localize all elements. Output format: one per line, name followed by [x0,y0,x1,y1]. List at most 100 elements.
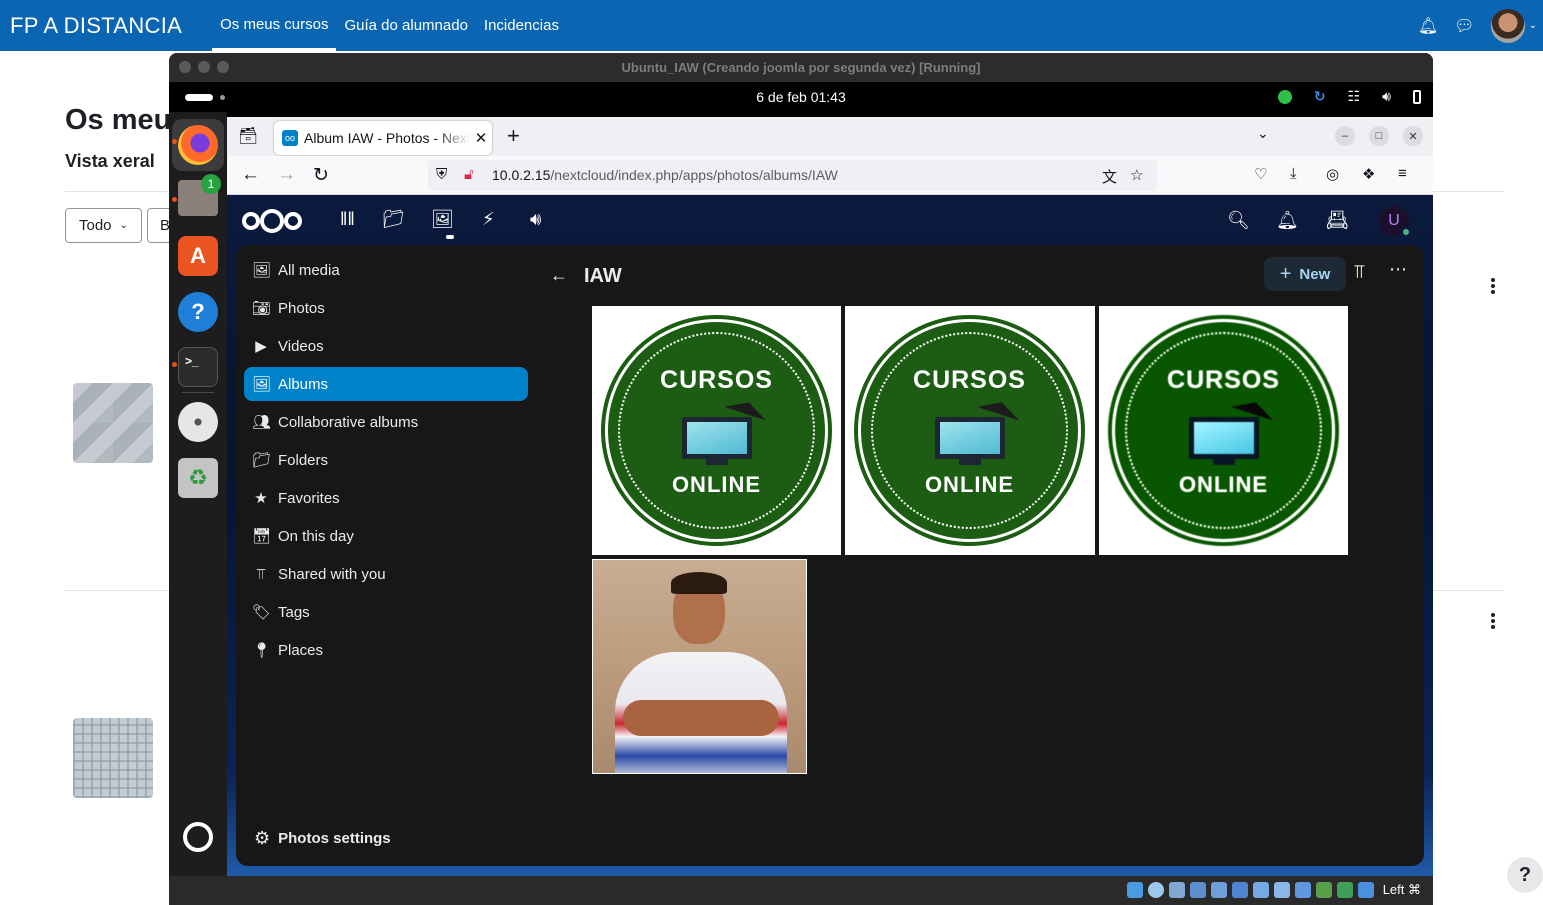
extensions-icon[interactable]: ❖ [1362,165,1375,183]
camera-icon: 📷︎ [252,300,272,317]
disc-icon[interactable] [178,402,218,442]
new-tab-icon[interactable]: + [507,123,520,149]
network-icon[interactable] [1189,882,1206,898]
firefox-icon[interactable] [178,125,218,165]
url-text[interactable]: 10.0.2.15/nextcloud/index.php/apps/photo… [492,167,838,183]
video-capture-icon[interactable] [1294,882,1311,898]
vbox-titlebar[interactable]: Ubuntu_IAW (Creando joomla por segunda v… [169,53,1433,82]
contacts-icon[interactable]: 📇︎ [1326,210,1349,231]
course-menu-kebab-icon[interactable] [1484,277,1502,295]
tab-overview-icon[interactable]: 🗃︎ [238,126,258,146]
url-bar[interactable]: ⛨ 🔓︎ 10.0.2.15/nextcloud/index.php/apps/… [428,160,1157,191]
photos-settings-button[interactable]: ⚙ Photos settings [254,828,391,849]
nav-student-guide[interactable]: Guía do alumnado [336,0,475,51]
photo-tile[interactable]: CURSOS ONLINE [1099,306,1348,555]
minimize-button[interactable]: – [1335,126,1355,146]
maximize-window-button[interactable] [217,61,229,73]
photo-tile[interactable] [592,559,807,774]
refresh-icon[interactable]: ↻ [1314,88,1326,105]
terminal-icon[interactable]: >_ [178,347,218,387]
optical-drive-icon[interactable] [1147,882,1164,898]
nav-albums[interactable]: 🖼︎ Albums [244,367,528,401]
back-arrow-icon[interactable]: ← [241,164,260,186]
display-icon[interactable] [1252,882,1269,898]
usb-icon[interactable] [1210,882,1227,898]
back-arrow-icon[interactable]: ← [550,265,568,286]
nav-places[interactable]: 📍︎ Places [244,633,528,667]
course-thumbnail[interactable] [73,718,153,798]
audio-icon[interactable]: 🔊︎ [530,209,541,230]
restore-button[interactable]: □ [1369,126,1389,146]
nav-photos[interactable]: 📷︎ Photos [244,291,528,325]
nav-folders[interactable]: 📁︎ Folders [244,443,528,477]
downloads-icon[interactable]: ⤓ [1290,165,1297,182]
shield-icon[interactable]: ⛨ [436,166,447,183]
host-key-label[interactable]: Left ⌘ [1383,882,1421,898]
course-thumbnail[interactable] [73,383,153,463]
system-tray[interactable]: ↻ ☷ 🔊︎ [1277,88,1421,105]
check-status-icon[interactable] [1277,89,1292,104]
nextcloud-logo[interactable] [242,209,302,233]
pocket-icon[interactable]: ♡ [1254,165,1267,183]
minimize-window-button[interactable] [198,61,210,73]
album-icon: 🖼︎ [252,376,272,393]
close-button[interactable]: ✕ [1403,126,1423,146]
files-icon[interactable]: 📁︎ [382,209,405,230]
nav-shared-with-you[interactable]: ⫪ Shared with you [244,557,528,591]
help-app-icon[interactable]: ? [178,292,218,332]
close-tab-icon[interactable]: ✕ [470,129,492,147]
nav-incidents[interactable]: Incidencias [476,0,567,51]
app-center-icon[interactable]: A [178,236,218,276]
user-avatar[interactable] [1490,8,1525,43]
chevron-down-icon[interactable]: ⌄ [1529,20,1537,31]
photo-tile[interactable]: CURSOS ONLINE [592,306,841,555]
nav-my-courses[interactable]: Os meus cursos [212,0,337,51]
list-tabs-chevron-icon[interactable]: ⌄ [1257,125,1269,142]
volume-icon[interactable]: 🔊︎ [1382,88,1391,105]
nav-all-media[interactable]: 🖼︎ All media [244,253,528,287]
translate-icon[interactable]: 文 [1102,166,1117,187]
tab-album-iaw[interactable]: oo Album IAW - Photos - Nextcloud ✕ [274,121,492,155]
shared-folders-icon[interactable] [1231,882,1248,898]
photo-tile[interactable]: CURSOS ONLINE [845,306,1095,555]
site-brand[interactable]: FP A DISTANCIA [10,13,182,39]
dashboard-icon[interactable]: ‖‖ [340,209,355,230]
mouse-integration-icon[interactable] [1357,882,1374,898]
nav-tags[interactable]: 🏷︎ Tags [244,595,528,629]
vt-icon[interactable] [1336,882,1353,898]
nav-on-this-day[interactable]: 📅︎ On this day [244,519,528,553]
network-icon[interactable]: ☷ [1348,88,1361,105]
cpu-icon[interactable] [1315,882,1332,898]
course-menu-kebab-icon[interactable] [1484,612,1502,630]
vbox-title: Ubuntu_IAW (Creando joomla por segunda v… [621,60,981,75]
hard-disk-icon[interactable] [1126,882,1143,898]
messages-icon[interactable]: 💬︎ [1454,16,1474,36]
close-window-button[interactable] [179,61,191,73]
nav-collaborative-albums[interactable]: 👥︎ Collaborative albums [244,405,528,439]
activity-icon[interactable]: ⚡︎ [482,209,495,230]
clock[interactable]: 6 de feb 01:43 [169,89,1433,105]
forward-arrow-icon[interactable]: → [277,164,296,186]
battery-icon[interactable] [1413,89,1421,104]
trash-icon[interactable]: ♻ [178,458,218,498]
nextcloud-app: ‖‖ 📁︎ 🖼︎ ⚡︎ 🔊︎ 🔍︎ 🔔︎ 📇︎ U 🖼︎ All media 📷︎… [227,195,1433,876]
menu-hamburger-icon[interactable]: ≡ [1398,165,1407,182]
nav-videos[interactable]: ▶ Videos [244,329,528,363]
bookmark-star-icon[interactable]: ☆ [1130,166,1143,184]
show-apps-icon[interactable] [183,822,213,852]
nav-favorites[interactable]: ★ Favorites [244,481,528,515]
account-icon[interactable]: ◎ [1326,165,1339,183]
notification-bell-icon[interactable]: 🔔︎ [1418,16,1438,36]
new-button[interactable]: + New [1264,257,1346,291]
notifications-icon[interactable]: 🔔︎ [1276,210,1299,231]
more-options-icon[interactable]: ⋯ [1389,259,1408,280]
share-icon[interactable]: ⫪ [1354,262,1365,284]
insecure-lock-icon[interactable]: 🔓︎ [464,166,474,183]
search-icon[interactable]: 🔍︎ [1227,210,1250,231]
photos-app-icon[interactable]: 🖼︎ [431,209,454,230]
help-button[interactable]: ? [1507,857,1543,893]
reload-icon[interactable]: ↻ [313,164,329,187]
recording-icon[interactable] [1273,882,1290,898]
course-filter-select[interactable]: Todo ⌄ [65,208,142,243]
audio-icon[interactable] [1168,882,1185,898]
